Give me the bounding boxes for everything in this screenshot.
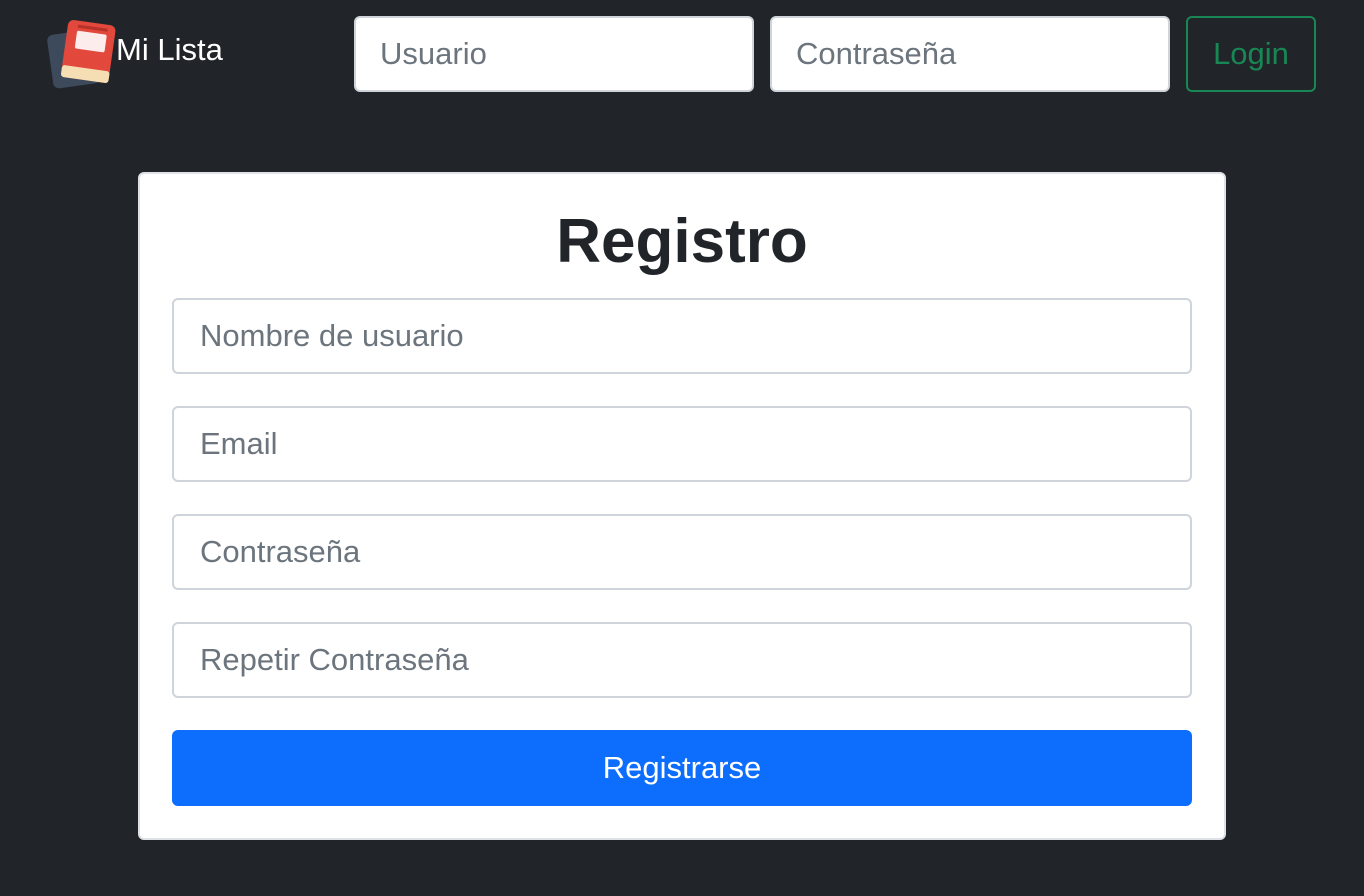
password-input[interactable] xyxy=(770,16,1170,92)
username-input[interactable] xyxy=(354,16,754,92)
register-title: Registro xyxy=(556,207,808,276)
register-submit-button[interactable]: Registrarse xyxy=(172,730,1192,806)
book-icon xyxy=(47,20,116,89)
login-button[interactable]: Login xyxy=(1186,16,1316,92)
register-password-input[interactable] xyxy=(172,514,1192,590)
register-username-input[interactable] xyxy=(172,298,1192,374)
navbar: Mi Lista Login xyxy=(0,0,1364,110)
brand-link[interactable]: Mi Lista xyxy=(46,18,223,90)
register-email-input[interactable] xyxy=(172,406,1192,482)
brand-name: Mi Lista xyxy=(116,32,223,67)
register-repeat-password-input[interactable] xyxy=(172,622,1192,698)
